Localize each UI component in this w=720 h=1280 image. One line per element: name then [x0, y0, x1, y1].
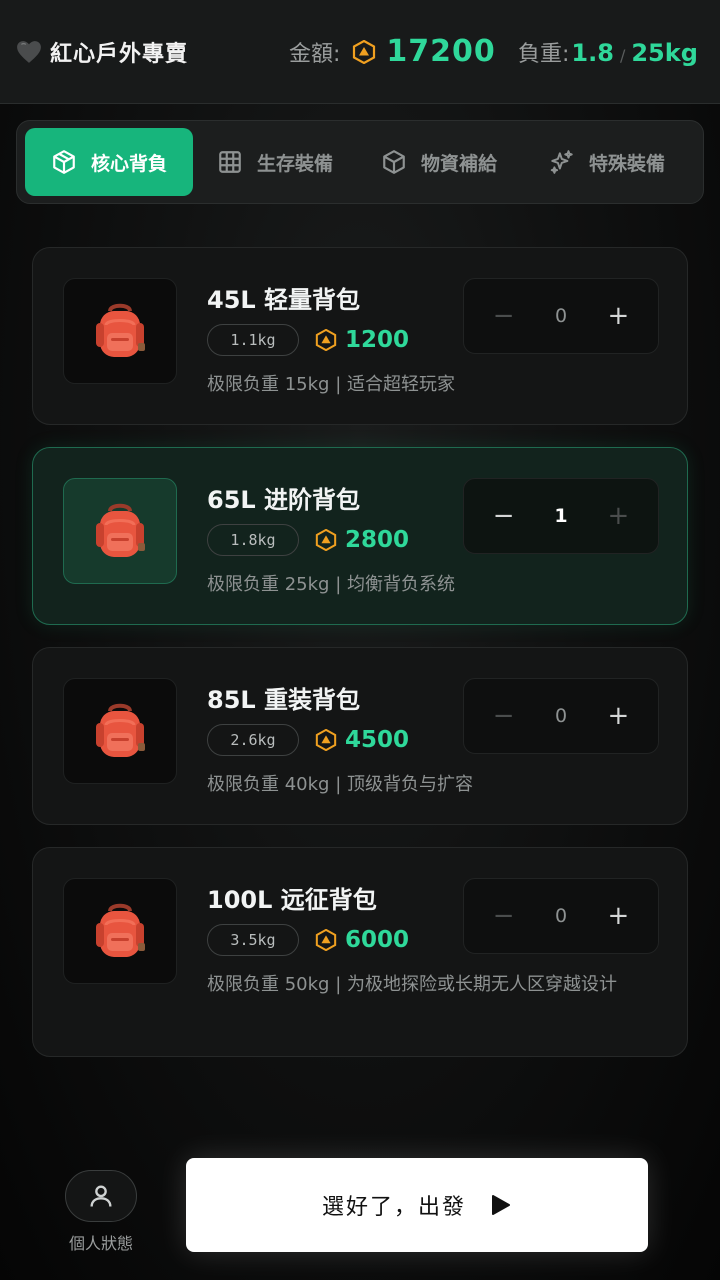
item-description: 极限负重 15kg | 适合超轻玩家	[207, 374, 455, 395]
item-price: 6000	[315, 924, 409, 956]
item-price-value: 4500	[345, 727, 410, 753]
tab-special-gear[interactable]: 特殊裝備	[521, 128, 693, 196]
item-thumbnail	[63, 878, 177, 984]
item-price: 2800	[315, 524, 409, 556]
decrement-button[interactable]: −	[464, 478, 543, 554]
tab-survival-gear[interactable]: 生存裝備	[193, 128, 357, 196]
cube-icon	[53, 150, 75, 174]
item-price-value: 1200	[345, 327, 410, 353]
tab-label: 生存裝備	[256, 152, 333, 175]
item-card-85l[interactable]: 85L 重装背包 2.6kg 4500 极限负重 40kg | 顶级背负与扩容 …	[32, 647, 688, 825]
item-weight-badge: 2.6kg	[207, 724, 299, 756]
decrement-button[interactable]: −	[464, 678, 543, 754]
profile-button[interactable]: 個人狀態	[60, 1170, 142, 1254]
item-title: 100L 远征背包	[207, 886, 377, 914]
backpack-icon	[96, 503, 145, 557]
tab-core-carry[interactable]: 核心背負	[25, 128, 193, 196]
backpack-icon	[96, 303, 145, 357]
quantity-value: 0	[554, 305, 568, 327]
money-label: 金額:	[289, 41, 341, 67]
heart-icon	[17, 40, 41, 63]
increment-button[interactable]: +	[579, 278, 658, 354]
play-icon	[492, 1195, 510, 1215]
weight-display: 負重: 1.8 / 25kg	[518, 36, 698, 68]
item-description: 极限负重 50kg | 为极地探险或长期无人区穿越设计	[207, 974, 617, 995]
quantity-stepper: − 0 +	[463, 678, 659, 754]
tab-supplies[interactable]: 物資補給	[357, 128, 521, 196]
tab-label: 物資補給	[420, 152, 497, 175]
item-weight-badge: 1.1kg	[207, 324, 299, 356]
grid-icon	[219, 151, 241, 173]
increment-button[interactable]: +	[579, 878, 658, 954]
quantity-stepper: − 1 +	[463, 478, 659, 554]
backpack-icon	[96, 703, 145, 757]
depart-label: 選好了，出發	[321, 1195, 466, 1220]
top-bar: 紅心戶外專賣 金額: 17200 負重: 1.8 / 25kg	[0, 0, 720, 104]
item-thumbnail	[63, 278, 177, 384]
profile-avatar[interactable]	[65, 1170, 137, 1222]
money-display: 金額: 17200	[289, 34, 496, 69]
decrement-button[interactable]: −	[464, 278, 543, 354]
item-thumbnail	[63, 678, 177, 784]
coin-icon	[315, 329, 337, 351]
item-title: 65L 进阶背包	[207, 486, 361, 514]
tab-label: 特殊裝備	[588, 152, 665, 175]
weight-label: 負重:	[518, 42, 570, 67]
brand-title: 紅心戶外專賣	[50, 41, 189, 67]
item-card-100l[interactable]: 100L 远征背包 3.5kg 6000 极限负重 50kg | 为极地探险或长…	[32, 847, 688, 1057]
weight-current: 1.8	[571, 39, 614, 67]
quantity-value: 0	[554, 905, 568, 927]
item-title: 85L 重装背包	[207, 686, 361, 714]
item-weight-badge: 3.5kg	[207, 924, 299, 956]
coin-icon	[315, 729, 337, 751]
item-price-value: 6000	[345, 927, 410, 953]
item-title: 45L 轻量背包	[207, 286, 361, 314]
coin-icon	[315, 929, 337, 951]
weight-max: 25kg	[631, 39, 698, 67]
item-price: 1200	[315, 324, 409, 356]
item-description: 极限负重 40kg | 顶级背负与扩容	[207, 774, 473, 795]
item-card-45l[interactable]: 45L 轻量背包 1.1kg 1200 极限负重 15kg | 适合超轻玩家 −…	[32, 247, 688, 425]
money-value: 17200	[386, 34, 496, 69]
coin-icon	[315, 529, 337, 551]
coin-icon	[353, 39, 376, 64]
item-price-value: 2800	[345, 527, 410, 553]
increment-button[interactable]: +	[579, 478, 658, 554]
item-weight-badge: 1.8kg	[207, 524, 299, 556]
user-icon	[90, 1185, 112, 1207]
item-price: 4500	[315, 724, 409, 756]
box-icon	[383, 150, 405, 174]
sparkles-icon	[550, 150, 573, 174]
item-card-65l[interactable]: 65L 进阶背包 1.8kg 2800 极限负重 25kg | 均衡背负系统 −…	[32, 447, 688, 625]
quantity-stepper: − 0 +	[463, 878, 659, 954]
profile-label: 個人狀態	[68, 1234, 133, 1253]
quantity-stepper: − 0 +	[463, 278, 659, 354]
category-tabs: 核心背負 生存裝備 物資補給 特殊裝備	[16, 120, 704, 204]
increment-button[interactable]: +	[579, 678, 658, 754]
depart-button[interactable]: 選好了，出發	[186, 1158, 648, 1252]
quantity-value: 1	[554, 505, 568, 527]
decrement-button[interactable]: −	[464, 878, 543, 954]
item-description: 极限负重 25kg | 均衡背负系统	[207, 574, 455, 595]
quantity-value: 0	[554, 705, 568, 727]
item-thumbnail	[63, 478, 177, 584]
weight-separator: /	[619, 46, 626, 65]
brand: 紅心戶外專賣	[16, 36, 188, 68]
backpack-icon	[96, 903, 145, 957]
tab-label: 核心背負	[90, 152, 167, 175]
